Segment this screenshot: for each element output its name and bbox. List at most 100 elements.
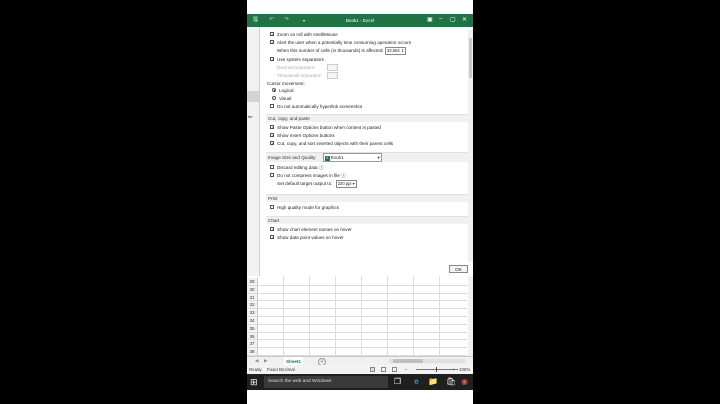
show-insert-options-option[interactable]: ✓ Show Insert Options buttons [270, 132, 335, 139]
logical-radio[interactable]: Logical [272, 87, 294, 94]
row-header[interactable]: 32 [247, 301, 258, 309]
scrollbar-thumb[interactable] [469, 38, 472, 78]
status-bar: Ready Fixed Decimal – + 100% [247, 365, 473, 374]
section-image-size-quality: Image Size and Quality X Book1 ▾ [266, 152, 469, 163]
table-row[interactable]: 36 [247, 332, 467, 341]
radio-button[interactable] [272, 88, 276, 93]
option-label: Use system separators [277, 57, 324, 62]
visual-radio[interactable]: Visual [272, 95, 291, 102]
row-header[interactable]: 29 [247, 278, 258, 285]
zoom-in-icon[interactable]: + [452, 365, 455, 374]
show-point-values-option[interactable]: ✓ Show data point values on hover [270, 234, 344, 241]
options-scrollbar[interactable] [468, 30, 473, 262]
column-divider [413, 276, 414, 356]
row-header[interactable]: 30 [247, 285, 258, 293]
row-header[interactable]: 34 [247, 317, 258, 324]
edge-browser-icon[interactable]: e [412, 377, 421, 386]
high-quality-mode-option[interactable]: High quality mode for graphics [270, 204, 339, 211]
table-row[interactable]: 35 [247, 324, 467, 333]
chevron-down-icon[interactable]: ▾ [377, 154, 379, 161]
close-icon[interactable]: ✕ [462, 16, 467, 23]
windows-taskbar: ⊞ Search the web and Windows ❐ e 📁 🛍 ◉ [247, 374, 473, 390]
store-icon[interactable]: 🛍 [446, 377, 456, 386]
cells-affected-spinner[interactable]: 33,554 ⇕ [384, 47, 407, 55]
checkbox[interactable]: ✓ [270, 141, 274, 146]
ribbon-display-icon[interactable]: ▣ [427, 16, 433, 23]
tab-next-icon[interactable]: ▶ [264, 358, 268, 364]
checkbox[interactable] [270, 173, 274, 178]
row-header[interactable]: 38 [247, 348, 258, 355]
status-mode: Fixed Decimal [267, 367, 295, 372]
page-layout-view-icon[interactable] [381, 367, 386, 372]
selected-workbook: Book1 [330, 155, 344, 161]
system-separators-option[interactable]: ✓ Use system separators [270, 56, 324, 63]
option-label: Discard editing data [277, 165, 318, 170]
row-header[interactable]: 33 [247, 309, 258, 316]
grid-vertical-scrollbar[interactable] [468, 276, 473, 356]
table-row[interactable]: 31 [247, 293, 467, 302]
checkbox[interactable]: ✓ [270, 235, 274, 240]
selected-category[interactable] [247, 91, 259, 102]
row-header[interactable]: 37 [247, 340, 258, 348]
scrollbar-thumb[interactable] [393, 359, 423, 363]
checkbox[interactable] [270, 165, 274, 170]
no-compress-option[interactable]: Do not compress images in file ⓘ [270, 172, 346, 179]
ok-button[interactable]: OK [449, 265, 468, 273]
options-category-list[interactable]: ter [247, 27, 260, 276]
checkbox[interactable]: ✓ [270, 125, 274, 130]
taskbar-search-box[interactable]: Search the web and Windows [264, 376, 388, 388]
normal-view-icon[interactable] [370, 367, 375, 372]
show-chart-names-option[interactable]: ✓ Show chart element names on hover [270, 226, 352, 233]
table-row[interactable]: 33 [247, 309, 467, 317]
zoom-level[interactable]: 100% [459, 365, 470, 374]
table-row[interactable]: 32 [247, 301, 467, 310]
category-label-fragment: ter [248, 114, 253, 119]
alert-slow-option[interactable]: ✓ Alert the user when a potentially time … [270, 39, 411, 46]
table-row[interactable]: 34 [247, 317, 467, 325]
chevron-down-icon[interactable]: ▾ [353, 181, 355, 186]
page-break-view-icon[interactable] [392, 367, 397, 372]
status-ready: Ready [249, 367, 262, 372]
cut-copy-sort-option[interactable]: ✓ Cut, copy, and sort inserted objects wi… [270, 140, 393, 147]
zoom-out-icon[interactable]: – [405, 365, 407, 374]
checkbox[interactable]: ✓ [270, 40, 274, 45]
horizontal-scrollbar[interactable] [389, 359, 465, 363]
minimize-icon[interactable]: – [439, 16, 442, 22]
option-label: Logical [279, 88, 294, 93]
discard-editing-option[interactable]: Discard editing data ⓘ [270, 164, 324, 171]
checkbox[interactable]: ✓ [270, 57, 274, 62]
thousands-separator-setting: Thousands separator: [277, 72, 338, 80]
task-view-icon[interactable]: ❐ [393, 377, 402, 386]
maximize-icon[interactable]: ▢ [450, 16, 456, 23]
table-row[interactable]: 37 [247, 340, 467, 349]
row-header[interactable]: 35 [247, 324, 258, 332]
spinner-value: 33,554 [386, 48, 400, 53]
table-row[interactable]: 38 [247, 348, 467, 356]
row-header[interactable]: 31 [247, 293, 258, 301]
table-row[interactable]: 30 [247, 285, 467, 294]
zoom-on-roll-option[interactable]: ✓ Zoom on roll with IntelliMouse [270, 31, 338, 38]
column-divider [309, 276, 310, 356]
default-output-select[interactable]: 220 ppi ▾ [335, 180, 357, 188]
chrome-icon[interactable]: ◉ [460, 377, 469, 386]
checkbox[interactable] [270, 205, 274, 210]
image-workbook-select[interactable]: X Book1 ▾ [322, 153, 382, 163]
radio-button[interactable] [272, 96, 276, 101]
zoom-slider-knob[interactable] [436, 367, 438, 372]
checkbox[interactable]: ✓ [270, 32, 274, 37]
section-title: Image Size and Quality [268, 155, 316, 160]
checkbox[interactable] [270, 104, 274, 109]
excel-options-dialog: ter ✓ Zoom on roll with IntelliMouse ✓ Ale… [247, 27, 473, 276]
file-explorer-icon[interactable]: 📁 [428, 377, 438, 386]
default-output-setting: Set default target output to: 220 ppi ▾ [277, 180, 357, 188]
checkbox[interactable]: ✓ [270, 227, 274, 232]
option-label: Show chart element names on hover [277, 227, 352, 232]
windows-start-icon[interactable]: ⊞ [250, 377, 260, 387]
spinner-arrows-icon[interactable]: ⇕ [401, 48, 405, 53]
show-paste-options-option[interactable]: ✓ Show Paste Options button when content … [270, 124, 381, 131]
checkbox[interactable]: ✓ [270, 133, 274, 138]
table-row[interactable]: 29 [247, 278, 467, 286]
no-hyperlink-option[interactable]: Do not automatically hyperlink screensho… [270, 103, 362, 110]
row-header[interactable]: 36 [247, 332, 258, 340]
tab-prev-icon[interactable]: ◀ [255, 358, 259, 364]
